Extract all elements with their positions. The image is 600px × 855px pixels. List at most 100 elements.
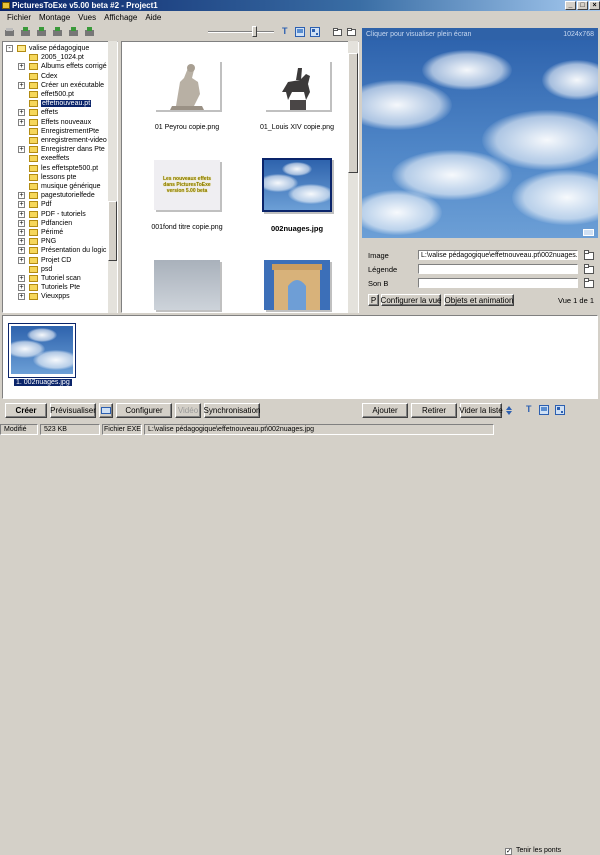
remove-icon[interactable] [68,26,80,38]
configure-view-button[interactable]: Configurer la vue [381,294,441,306]
menu-montage[interactable]: Montage [35,13,74,22]
browse-sound-icon[interactable] [584,278,594,288]
new-folder-icon[interactable] [347,28,356,36]
expand-icon[interactable]: + [18,247,25,255]
tree-item[interactable]: Pdf [29,200,52,209]
tree-item[interactable]: enregistrement-video [29,136,107,145]
menu-vues[interactable]: Vues [74,13,100,22]
tree-item[interactable]: Cdex [29,72,57,81]
preview-image[interactable] [362,40,598,238]
open-icon[interactable] [20,26,32,38]
tree-item[interactable]: effet500.pt [29,90,74,99]
sort-icon[interactable] [505,406,513,415]
expand-icon[interactable]: + [18,146,25,154]
expand-icon[interactable]: + [18,284,25,292]
configure-button[interactable]: Configurer [116,403,172,418]
expand-icon[interactable]: + [18,293,25,301]
tree-item[interactable]: Périmé [29,228,63,237]
thumbnail-image[interactable] [264,260,330,310]
timeline-text-icon[interactable]: T [526,404,532,414]
add-icon[interactable] [52,26,64,38]
menu-fichier[interactable]: Fichier [3,13,35,22]
expand-icon[interactable]: + [18,201,25,209]
tree-item[interactable]: PNG [29,237,56,246]
minimize-button[interactable]: _ [565,1,576,10]
expand-icon[interactable]: + [18,219,25,227]
tree-item[interactable]: Vieuxpps [29,292,70,301]
folder-tree[interactable]: - valise pédagogique 2005_1024.pt + Albums e… [2,41,118,313]
clear-list-button[interactable]: Vider la liste [459,403,503,418]
grid-view-icon[interactable] [310,27,320,37]
tree-item[interactable]: Albums effets corrigé [29,62,107,71]
image-path-field[interactable]: L:\valise pédagogique\effetnouveau.pt\00… [418,250,578,260]
tree-item[interactable]: les effetspte500.pt [29,164,98,173]
timeline-grid-view-icon[interactable] [555,405,565,415]
expand-icon[interactable]: + [18,63,25,71]
new-project-icon[interactable] [4,26,16,38]
tree-item[interactable]: valise pédagogique [17,44,89,53]
grid-scrollbar[interactable] [348,41,358,313]
tree-scrollbar[interactable] [108,41,117,313]
expand-icon[interactable]: + [18,256,25,264]
fullscreen-icon[interactable] [583,229,594,236]
thumbnail-image[interactable] [154,60,220,110]
thumbnail-image[interactable] [262,158,332,212]
tree-item[interactable]: effetnouveau.pt [29,99,92,108]
tree-item[interactable]: Présentation du logic [29,246,106,255]
tree-item[interactable]: Créer un exécutable [29,81,104,90]
tree-item[interactable]: EnregistrementPte [29,127,99,136]
timeline-item[interactable] [8,323,76,378]
thumbnail-image[interactable] [264,60,330,110]
tree-item[interactable]: effets [29,108,58,117]
browse-legend-icon[interactable] [584,264,594,274]
preview-button[interactable]: Prévisualiser [50,403,96,418]
expand-icon[interactable]: + [18,238,25,246]
maximize-button[interactable]: □ [577,1,588,10]
browse-image-icon[interactable] [584,250,594,260]
close-button[interactable]: × [589,1,600,10]
text-icon[interactable]: T [282,26,288,36]
expand-icon[interactable]: + [18,109,25,117]
tree-item[interactable]: Pdfancien [29,219,72,228]
sound-field[interactable] [418,278,578,288]
expand-icon[interactable]: + [18,192,25,200]
thumbnail-image[interactable] [154,260,220,310]
expand-icon[interactable]: + [18,118,25,126]
expand-icon[interactable]: + [18,210,25,218]
menu-aide[interactable]: Aide [141,13,165,22]
collapse-icon[interactable]: - [6,45,13,52]
tree-item[interactable]: Projet CD [29,256,71,265]
keep-bridges-checkbox[interactable]: ✓ [505,848,512,855]
properties-icon[interactable] [84,26,96,38]
grid-scrollbar-thumb[interactable] [348,53,358,173]
create-button[interactable]: Créer [5,403,47,418]
remove-button[interactable]: Retirer [411,403,457,418]
expand-icon[interactable]: + [18,275,25,282]
synchronisation-button[interactable]: Synchronisation [204,403,260,418]
add-button[interactable]: Ajouter [362,403,408,418]
tree-item[interactable]: lessons pte [29,173,76,182]
thumbnail-grid[interactable]: 01 Peyrou copie.png 01_Louis XIV copie.pn… [121,41,359,313]
p-button[interactable]: P [368,294,379,306]
tree-item[interactable]: psd [29,265,52,274]
legend-field[interactable] [418,264,578,274]
timeline-image-view-icon[interactable] [539,405,549,415]
image-view-icon[interactable] [295,27,305,37]
menu-affichage[interactable]: Affichage [100,13,141,22]
tree-item[interactable]: 2005_1024.pt [29,53,84,62]
tree-item[interactable]: Tutoriels Pte [29,283,80,292]
tree-item[interactable]: pagestutorielfede [29,191,95,200]
save-icon[interactable] [36,26,48,38]
objects-animation-button[interactable]: Objets et animation [444,294,514,306]
tree-item[interactable]: PDF - tutoriels [29,210,86,219]
monitor-button[interactable] [99,403,113,418]
folder-up-icon[interactable] [333,28,342,36]
tree-item[interactable]: exeeffets [29,154,69,163]
expand-icon[interactable]: + [18,229,25,236]
thumbnail-size-slider[interactable] [252,26,257,37]
thumbnail-image[interactable]: Les nouveaux effets dans PicturesToExe v… [154,160,220,210]
tree-item[interactable]: Tutoriel scan [29,274,81,283]
tree-scrollbar-thumb[interactable] [108,201,117,261]
expand-icon[interactable]: + [18,81,25,89]
tree-item[interactable]: musique générique [29,182,101,191]
